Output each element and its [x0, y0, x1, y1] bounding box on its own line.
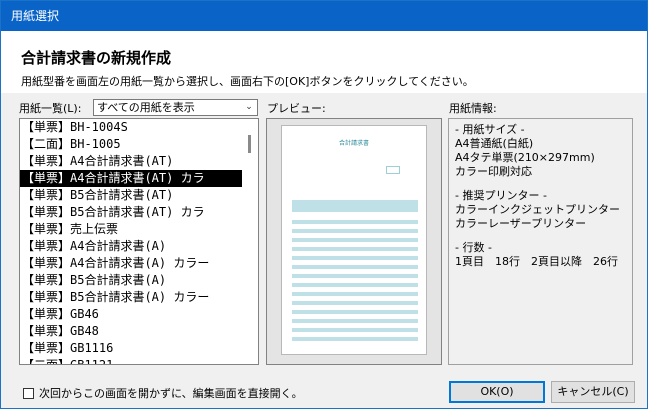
preview-table-row — [292, 292, 418, 296]
skip-dialog-checkbox[interactable] — [23, 388, 34, 399]
chevron-down-icon[interactable]: ⌄ — [241, 100, 257, 115]
preview-table-row — [292, 238, 418, 242]
instruction-text: 用紙型番を画面左の用紙一覧から選択し、画面右下の[OK]ボタンをクリックしてくだ… — [21, 75, 474, 88]
preview-table-header — [292, 200, 418, 212]
paper-select-dialog: 用紙選択 合計請求書の新規作成 用紙型番を画面左の用紙一覧から選択し、画面右下の… — [0, 0, 648, 409]
cancel-button[interactable]: キャンセル(C) — [551, 381, 635, 403]
paper-list-item[interactable]: 【単票】GB1116 — [20, 340, 242, 357]
paper-list-item[interactable]: 【単票】GB48 — [20, 323, 242, 340]
title-bar: 用紙選択 — [1, 1, 647, 31]
paper-list-item[interactable]: 【単票】B5合計請求書(A) カラー — [20, 289, 242, 306]
skip-dialog-checkbox-row[interactable]: 次回からこの画面を開かずに、編集画面を直接開く。 — [23, 385, 303, 401]
info-line: A4普通紙(白紙) — [455, 137, 534, 150]
preview-table-row — [292, 301, 418, 305]
page-title: 合計請求書の新規作成 — [21, 49, 172, 67]
paper-list-item[interactable]: 【単票】売上伝票 — [20, 221, 242, 238]
preview-table-row — [292, 256, 418, 260]
preview-stamp-box — [386, 166, 400, 174]
info-line: - 用紙サイズ - — [455, 123, 525, 136]
paper-list-item[interactable]: 【二面】GB1121 — [20, 357, 242, 364]
info-label: 用紙情報: — [449, 102, 497, 115]
paper-info-panel: - 用紙サイズ - A4普通紙(白紙) A4タテ単票(210×297mm) カラー印刷… — [448, 118, 633, 365]
preview-table-row — [292, 283, 418, 287]
paper-listbox[interactable]: 【単票】BH-1004S 【二面】BH-1005 【単票】A4合計請求書(AT) 【単… — [19, 118, 259, 365]
preview-table-row — [292, 328, 418, 332]
preview-table-row — [292, 274, 418, 278]
info-line: 1頁目 18行 2頁目以降 26行 — [455, 255, 618, 268]
preview-paper: 合計請求書 — [281, 125, 427, 355]
preview-table-row — [292, 247, 418, 251]
paper-list-item[interactable]: 【単票】B5合計請求書(AT) — [20, 187, 242, 204]
info-line: カラーインクジェットプリンター — [455, 203, 620, 216]
preview-pane: 合計請求書 — [266, 118, 442, 365]
paper-list-item[interactable]: 【単票】A4合計請求書(AT) — [20, 153, 242, 170]
preview-table-row — [292, 265, 418, 269]
paper-filter-value: すべての用紙を表示 — [97, 101, 195, 114]
paper-list-item[interactable]: 【単票】BH-1004S — [20, 119, 242, 136]
paper-list-item[interactable]: 【二面】BH-1005 — [20, 136, 242, 153]
paper-list-item[interactable]: 【単票】B5合計請求書(AT) カラ — [20, 204, 242, 221]
paper-list-item[interactable]: 【単票】A4合計請求書(A) カラー — [20, 255, 242, 272]
paper-list-label: 用紙一覧(L): — [19, 102, 82, 115]
paper-list-rows: 【単票】BH-1004S 【二面】BH-1005 【単票】A4合計請求書(AT) 【単… — [20, 119, 242, 364]
dialog-header: 合計請求書の新規作成 用紙型番を画面左の用紙一覧から選択し、画面右下の[OK]ボ… — [1, 31, 647, 93]
list-scrollbar[interactable] — [242, 119, 258, 364]
info-line: - 推奨プリンター - — [455, 189, 547, 202]
window-title: 用紙選択 — [11, 9, 60, 23]
skip-dialog-label: 次回からこの画面を開かずに、編集画面を直接開く。 — [39, 387, 303, 400]
preview-table-row — [292, 337, 418, 341]
paper-list-item[interactable]: 【単票】GB46 — [20, 306, 242, 323]
paper-list-item[interactable]: 【単票】B5合計請求書(A) — [20, 272, 242, 289]
paper-filter-dropdown[interactable]: すべての用紙を表示 ⌄ — [93, 99, 258, 116]
info-line: - 行数 - — [455, 241, 492, 254]
info-line: カラー印刷対応 — [455, 165, 532, 178]
preview-table-row — [292, 310, 418, 314]
info-line: カラーレーザープリンター — [455, 217, 587, 230]
preview-label: プレビュー: — [267, 102, 326, 115]
preview-table-row — [292, 319, 418, 323]
paper-list-item[interactable]: 【単票】A4合計請求書(AT) カラ — [20, 170, 242, 187]
paper-list-item[interactable]: 【単票】A4合計請求書(A) — [20, 238, 242, 255]
scrollbar-thumb[interactable] — [248, 135, 251, 153]
preview-paper-title: 合計請求書 — [338, 140, 369, 147]
info-line: A4タテ単票(210×297mm) — [455, 151, 595, 164]
preview-table-row — [292, 220, 418, 224]
preview-table-row — [292, 229, 418, 233]
ok-button[interactable]: OK(O) — [449, 381, 545, 403]
